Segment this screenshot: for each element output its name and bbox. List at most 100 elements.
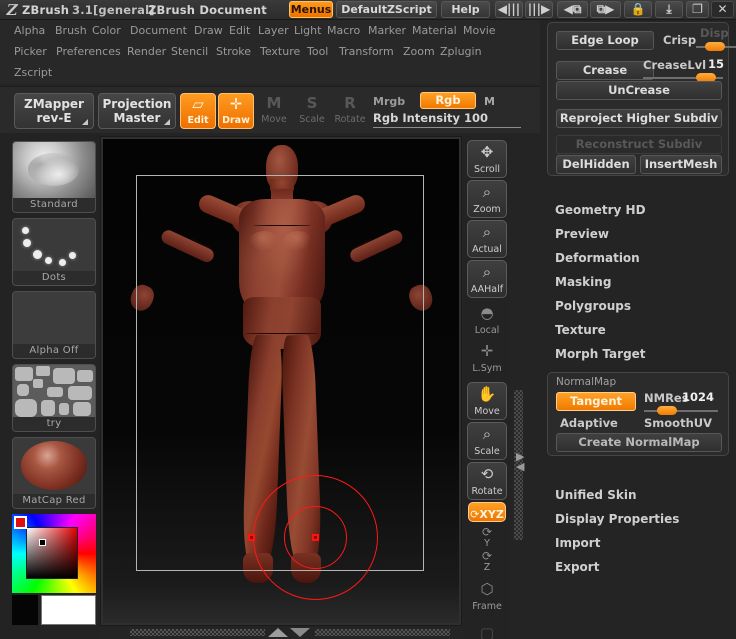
brush-swatch[interactable]: Standard [12,141,96,213]
current-color-swatch[interactable] [14,516,27,529]
z-rail-button[interactable]: ⟳ Z [467,550,507,573]
panel-section-export[interactable]: Export [555,559,599,575]
panel-section-import[interactable]: Import [555,535,600,551]
secondary-color-swatch[interactable] [12,595,38,625]
adaptive-button[interactable]: Adaptive [560,416,618,430]
l-sym-rail-button[interactable]: ✛ L.Sym [467,340,507,378]
color-picker[interactable] [12,514,96,593]
menu-item-draw[interactable]: Draw [192,20,225,41]
menu-item-zplugin[interactable]: Zplugin [438,41,484,62]
panel-section-preview[interactable]: Preview [555,226,609,242]
menu-item-transform[interactable]: Transform [337,41,396,62]
zmapper-button[interactable]: ZMapper rev-E [14,93,94,129]
disp-slider-knob[interactable] [705,42,725,51]
tangent-button[interactable]: Tangent [556,392,636,411]
close-icon[interactable]: ✕ [711,1,734,18]
rotate-button[interactable]: R Rotate [332,93,368,129]
menu-item-layer[interactable]: Layer [256,20,291,41]
scale-rail-button[interactable]: ⌕ Scale [467,422,507,460]
menu-item-marker[interactable]: Marker [366,20,408,41]
menu-item-color[interactable]: Color [90,20,123,41]
minimize-icon[interactable]: ⤓ [655,1,683,18]
texture-swatch[interactable]: try [12,364,96,432]
reproject-higher-subdiv-button[interactable]: Reproject Higher Subdiv [556,109,722,128]
nmres-slider[interactable] [644,404,718,416]
menu-item-document[interactable]: Document [128,20,189,41]
move-button[interactable]: M Move [256,93,292,129]
scroll-rail-button[interactable]: ✥ Scroll [467,140,507,178]
nmres-slider-knob[interactable] [656,406,677,415]
menu-item-macro[interactable]: Macro [325,20,362,41]
menu-item-tool[interactable]: Tool [305,41,330,62]
move-rail-button[interactable]: ✋ Move [467,382,507,420]
material-swatch[interactable]: MatCap Red Wa [12,437,96,509]
menu-item-picker[interactable]: Picker [12,41,49,62]
menu-item-movie[interactable]: Movie [461,20,498,41]
m-button[interactable]: M [484,95,495,108]
menu-item-texture[interactable]: Texture [258,41,302,62]
panel-section-display-properties[interactable]: Display Properties [555,511,679,527]
scroll-up-arrow-icon[interactable] [268,628,288,637]
menus-button[interactable]: Menus [289,1,333,18]
menu-item-preferences[interactable]: Preferences [54,41,123,62]
menu-item-brush[interactable]: Brush [53,20,89,41]
menu-item-stroke[interactable]: Stroke [214,41,253,62]
panel-section-deformation[interactable]: Deformation [555,250,640,266]
panel-section-texture[interactable]: Texture [555,322,606,338]
uncrease-button[interactable]: UnCrease [556,81,722,100]
projection-master-button[interactable]: Projection Master [98,93,176,129]
help-button[interactable]: Help [441,1,490,18]
lock-icon[interactable]: 🔒 [624,1,652,18]
next-window-icon[interactable]: ⧉▶ [590,1,621,18]
scroll-left-icon[interactable]: ◀||| [495,1,523,18]
menu-item-zoom[interactable]: Zoom [401,41,437,62]
menu-item-alpha[interactable]: Alpha [12,20,47,41]
menu-item-material[interactable]: Material [410,20,459,41]
canvas-scroll-hatch-right[interactable] [315,629,450,636]
panel-section-polygroups[interactable]: Polygroups [555,298,631,314]
scale-button[interactable]: S Scale [294,93,330,129]
color-saturation-value-square[interactable] [26,527,78,579]
panel-section-morph-target[interactable]: Morph Target [555,346,646,362]
canvas-scroll-hatch-left[interactable] [130,629,265,636]
del-hidden-button[interactable]: DelHidden [556,155,636,174]
transp-rail-button[interactable]: ▢Transp [467,622,507,639]
aahalf-rail-button[interactable]: ⌕ AAHalf [467,260,507,298]
rgb-intensity-slider[interactable]: Rgb Intensity 100 [373,111,521,129]
restore-icon[interactable]: ❐ [686,1,709,18]
menu-item-edit[interactable]: Edit [227,20,252,41]
actual-rail-button[interactable]: ⌕ Actual [467,220,507,258]
edge-loop-button[interactable]: Edge Loop [556,31,654,50]
crisp-button[interactable]: Crisp [663,33,696,47]
panel-section-geometry-hd[interactable]: Geometry HD [555,202,646,218]
menu-item-light[interactable]: Light [292,20,323,41]
primary-color-swatch[interactable] [41,595,96,625]
y-rail-button[interactable]: ⟳ Y [467,526,507,549]
insert-mesh-button[interactable]: InsertMesh [640,155,722,174]
mrgb-button[interactable]: Mrgb [373,95,405,108]
disp-slider[interactable] [696,40,736,52]
scroll-right-icon[interactable]: |||▶ [525,1,553,18]
frame-rail-button[interactable]: ⬡ Frame [467,578,507,616]
menu-item-stencil[interactable]: Stencil [169,41,210,62]
rgb-button[interactable]: Rgb [420,92,476,109]
zoom-rail-button[interactable]: ⌕ Zoom [467,180,507,218]
local-rail-button[interactable]: ◓ Local [467,302,507,340]
alpha-swatch[interactable]: Alpha Off [12,291,96,359]
crease-button[interactable]: Crease [556,61,654,80]
edit-button[interactable]: ▱ Edit [180,93,216,129]
create-normalmap-button[interactable]: Create NormalMap [556,433,722,452]
menu-item-zscript[interactable]: Zscript [12,62,54,83]
default-zscript-button[interactable]: DefaultZScript [336,1,437,18]
canvas-bottom-scroll[interactable] [100,626,462,639]
rotate-rail-button[interactable]: ⟲ Rotate [467,462,507,500]
menu-item-render[interactable]: Render [125,41,168,62]
document-canvas[interactable] [103,139,459,623]
previous-window-icon[interactable]: ◀⧉ [557,1,588,18]
draw-button[interactable]: ✛ Draw [218,93,254,129]
stroke-swatch[interactable]: Dots [12,218,96,286]
xyz-rail-button[interactable]: ⟳XYZ [468,502,506,522]
panel-collapse-arrows-icon[interactable]: ▶ ◀ [516,451,524,472]
scroll-down-arrow-icon[interactable] [290,628,310,637]
panel-section-unified-skin[interactable]: Unified Skin [555,487,636,503]
